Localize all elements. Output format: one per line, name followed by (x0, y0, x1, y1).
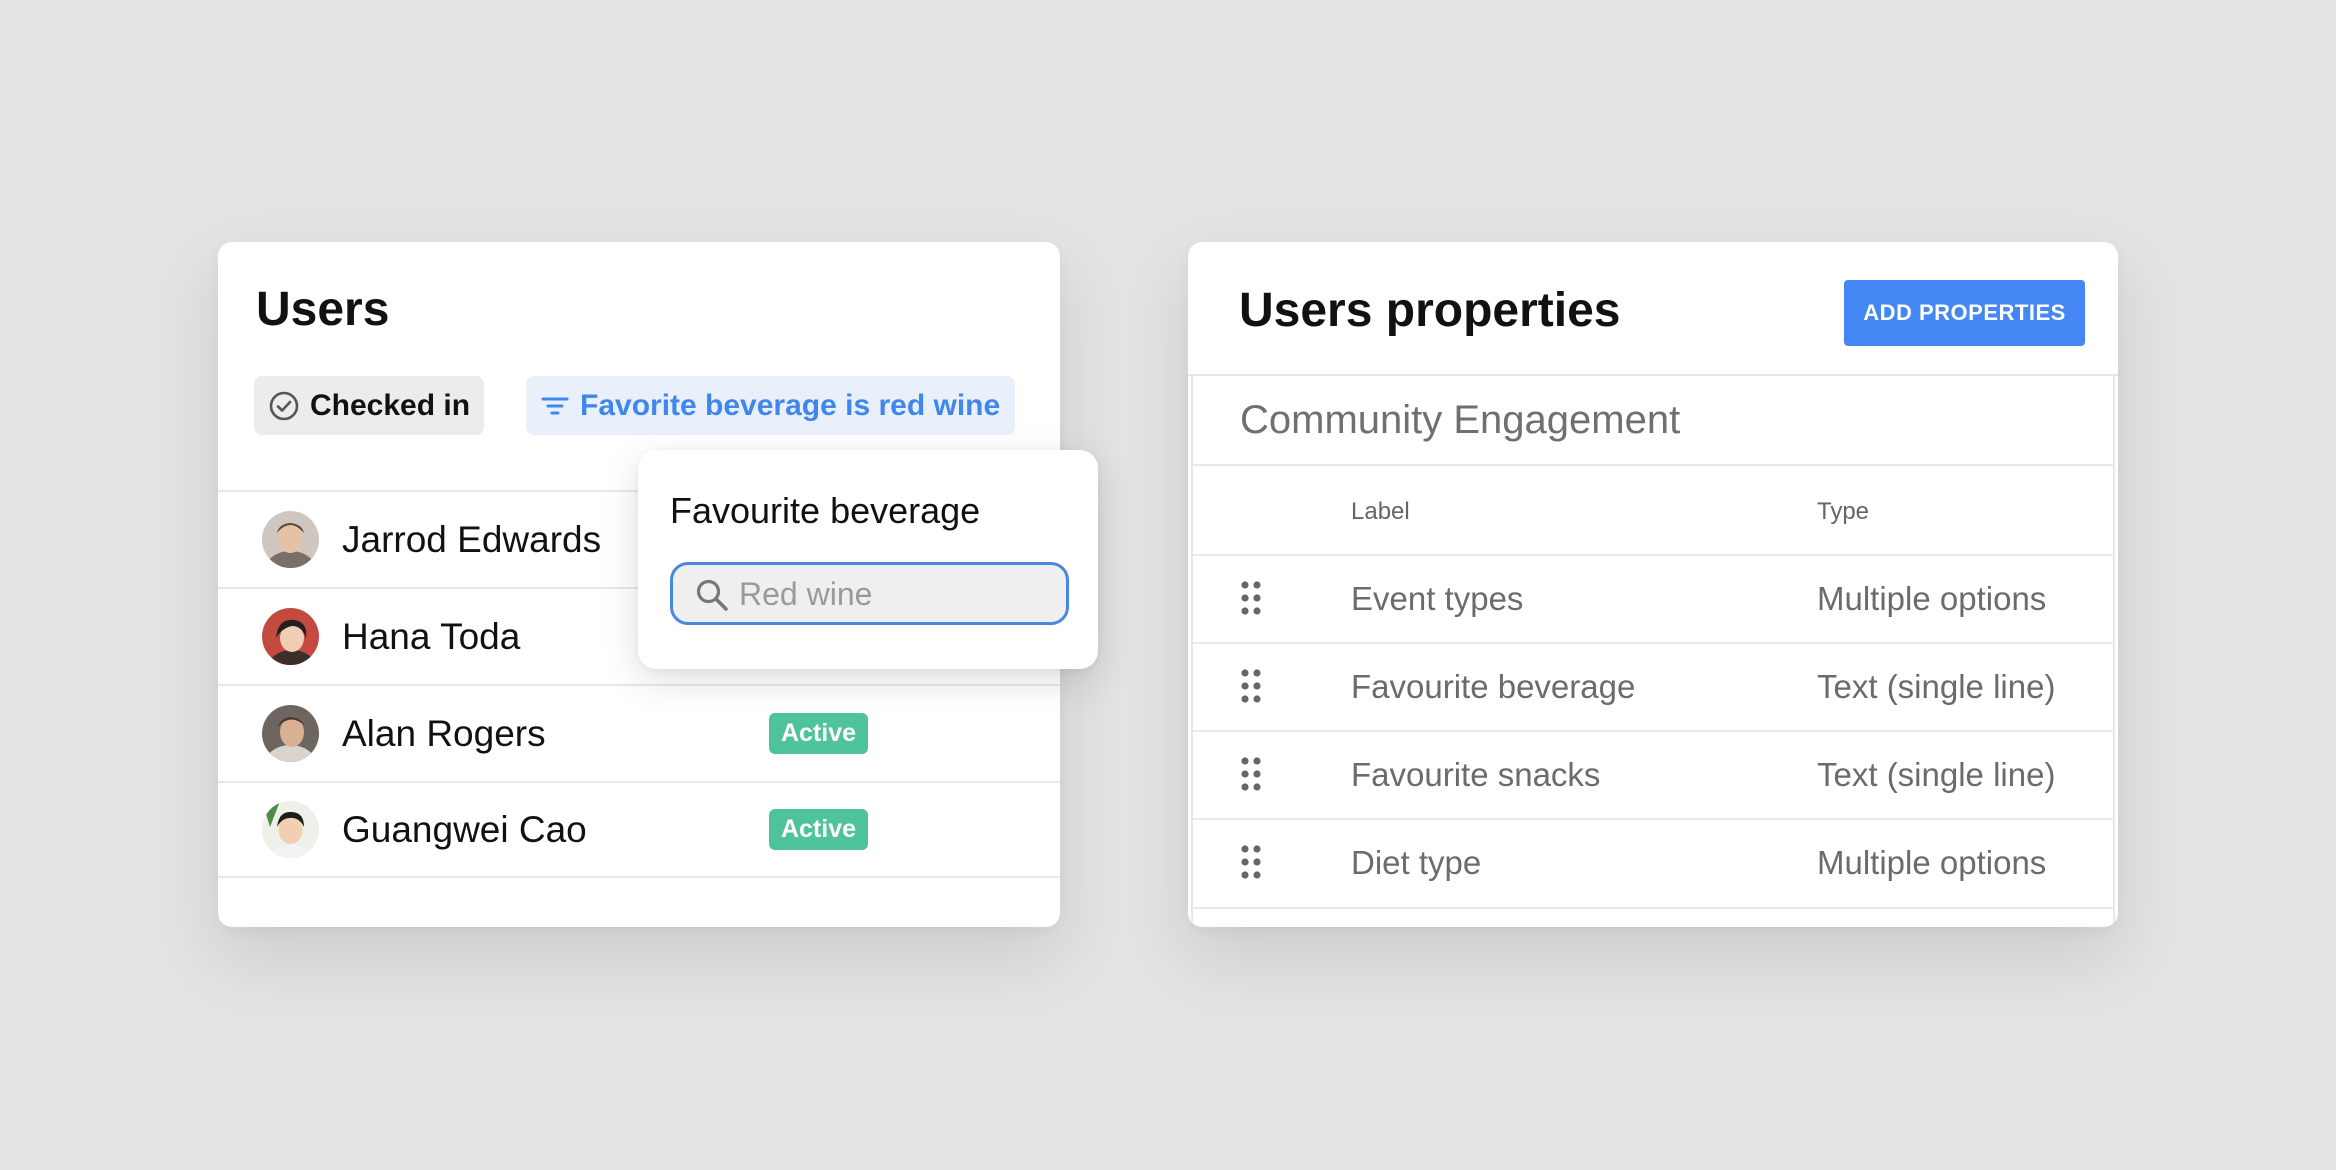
user-name: Guangwei Cao (342, 808, 587, 850)
property-label: Favourite snacks (1351, 756, 1601, 793)
beverage-filter-chip[interactable]: Favorite beverage is red wine (526, 376, 1015, 435)
drag-handle-icon[interactable] (1241, 845, 1261, 884)
drag-handle-icon[interactable] (1241, 669, 1261, 708)
popover-title: Favourite beverage (670, 490, 981, 531)
filter-popover: Favourite beverage (638, 450, 1098, 669)
property-type: Multiple options (1817, 844, 2047, 881)
table-row[interactable]: Guangwei Cao Active (218, 781, 1060, 878)
property-row[interactable]: Favourite snacks Text (single line) (1193, 732, 2113, 820)
status-badge: Active (769, 713, 868, 754)
beverage-filter-label: Favorite beverage is red wine (580, 388, 1001, 422)
column-header-type: Type (1817, 498, 1870, 525)
filter-icon (540, 391, 570, 421)
status-badge: Active (769, 809, 868, 850)
property-row[interactable]: Diet type Multiple options (1193, 820, 2113, 908)
drag-handle-icon[interactable] (1241, 757, 1261, 796)
property-type: Multiple options (1817, 580, 2047, 617)
column-header-label: Label (1351, 498, 1410, 525)
properties-title: Users properties (1239, 284, 1621, 337)
user-name: Jarrod Edwards (342, 518, 602, 560)
property-label: Diet type (1351, 844, 1482, 881)
table-row[interactable]: Alan Rogers Active (218, 684, 1060, 781)
avatar (262, 608, 319, 665)
properties-panel: Users properties ADD PROPERTIES Communit… (1188, 242, 2118, 927)
beverage-search-input[interactable] (739, 573, 1049, 615)
property-row[interactable]: Event types Multiple options (1193, 556, 2113, 644)
users-title: Users (256, 283, 390, 336)
checked-in-label: Checked in (310, 388, 471, 422)
avatar (262, 801, 319, 858)
property-label: Favourite beverage (1351, 668, 1636, 705)
drag-handle-icon[interactable] (1241, 581, 1261, 620)
divider (1193, 907, 2113, 909)
beverage-search-field[interactable] (670, 562, 1069, 625)
section-title: Community Engagement (1240, 398, 1681, 442)
property-section: Community Engagement Label Type Event ty… (1191, 376, 2115, 927)
search-icon (695, 578, 729, 617)
property-type: Text (single line) (1817, 756, 2056, 793)
check-circle-icon (268, 390, 300, 422)
property-type: Text (single line) (1817, 668, 2056, 705)
user-name: Alan Rogers (342, 712, 546, 754)
avatar (262, 705, 319, 762)
checked-in-filter-chip[interactable]: Checked in (254, 376, 484, 435)
add-properties-button[interactable]: ADD PROPERTIES (1844, 280, 2085, 346)
property-label: Event types (1351, 580, 1524, 617)
divider (1193, 464, 2113, 466)
user-name: Hana Toda (342, 615, 521, 657)
avatar (262, 511, 319, 568)
property-row[interactable]: Favourite beverage Text (single line) (1193, 644, 2113, 732)
